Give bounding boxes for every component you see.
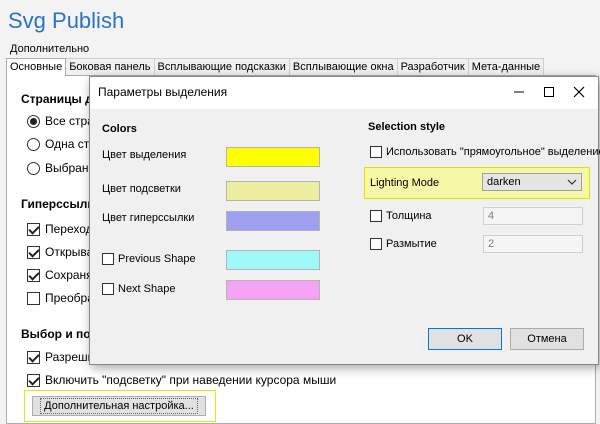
hyperlink-color-swatch[interactable] <box>226 211 320 231</box>
checkbox-label: Толщина <box>386 210 432 222</box>
radio-one-page[interactable]: Одна стр <box>27 137 96 151</box>
highlight-color-label: Цвет подсветки <box>102 183 181 195</box>
dialog-body: Colors Цвет выделения Цвет подсветки Цве… <box>90 109 600 364</box>
thickness-field[interactable]: 4 <box>483 207 583 225</box>
advanced-settings-label: Дополнительная настройка... <box>40 398 198 414</box>
maximize-icon <box>544 87 554 97</box>
ok-button[interactable]: OK <box>428 328 502 350</box>
checkbox[interactable] <box>370 146 382 158</box>
chevron-down-icon <box>567 179 577 185</box>
checkbox[interactable] <box>27 291 40 305</box>
radio-button[interactable] <box>27 137 40 151</box>
tab-tooltips[interactable]: Всплывающие подсказки <box>153 58 290 76</box>
selection-settings-dialog: Параметры выделения Colors Цвет выделени… <box>89 76 600 365</box>
tab-main[interactable]: Основные <box>6 58 67 76</box>
close-icon <box>573 86 585 98</box>
checkbox[interactable] <box>27 350 40 364</box>
checkbox-label: Использовать "прямоугольное" выделение <box>386 146 600 158</box>
checkbox-label: Размытие <box>386 238 437 250</box>
pages-section-heading: Страницы д <box>21 92 93 106</box>
settings-tabs: Основные Боковая панель Всплывающие подс… <box>6 58 545 76</box>
checkbox[interactable] <box>27 222 40 236</box>
checkbox[interactable] <box>27 245 40 259</box>
thickness-option[interactable]: Толщина <box>370 210 432 222</box>
checkbox[interactable] <box>27 373 40 387</box>
checkbox[interactable] <box>370 210 382 222</box>
cancel-button[interactable]: Отмена <box>510 328 584 350</box>
advanced-settings-button[interactable]: Дополнительная настройка... <box>32 396 206 416</box>
radio-button[interactable] <box>27 161 40 175</box>
maximize-button[interactable] <box>534 81 564 103</box>
previous-shape-swatch[interactable] <box>226 250 320 270</box>
radio-button[interactable] <box>27 114 40 128</box>
select-section-heading: Выбор и под <box>21 327 99 341</box>
lighting-mode-value: darken <box>487 176 521 188</box>
tab-developer[interactable]: Разработчик <box>396 58 469 76</box>
lighting-mode-select[interactable]: darken <box>482 173 582 191</box>
dialog-title: Параметры выделения <box>98 85 228 99</box>
tab-more[interactable]: Дополнительно <box>10 43 89 55</box>
highlight-on-hover-option[interactable]: Включить "подсветку" при наведении курсо… <box>27 373 336 387</box>
selection-color-swatch[interactable] <box>226 147 320 167</box>
close-button[interactable] <box>564 81 594 103</box>
highlight-color-swatch[interactable] <box>226 181 320 201</box>
checkbox-label: Previous Shape <box>118 253 196 265</box>
select-option-1[interactable]: Разреши <box>27 350 94 364</box>
checkbox-label: Включить "подсветку" при наведении курсо… <box>45 373 337 387</box>
tab-sidebar[interactable]: Боковая панель <box>65 58 155 76</box>
lighting-mode-label: Lighting Mode <box>370 177 440 189</box>
rect-selection-option[interactable]: Использовать "прямоугольное" выделение <box>370 146 600 158</box>
checkbox[interactable] <box>102 253 114 265</box>
minimize-icon <box>514 91 524 93</box>
colors-heading: Colors <box>102 123 137 135</box>
hyperlink-color-label: Цвет гиперссылки <box>102 212 195 224</box>
previous-shape-option[interactable]: Previous Shape <box>102 253 196 265</box>
blur-field[interactable]: 2 <box>483 235 583 253</box>
next-shape-swatch[interactable] <box>226 280 320 300</box>
radio-selected-pages[interactable]: Выбранн <box>27 161 95 175</box>
link-option-2[interactable]: Открыват <box>27 245 99 259</box>
blur-option[interactable]: Размытие <box>370 238 437 250</box>
app-title: Svg Publish <box>8 8 125 33</box>
radio-label: Выбранн <box>45 161 96 175</box>
checkbox[interactable] <box>102 283 114 295</box>
tab-metadata[interactable]: Мета-данные <box>467 58 545 76</box>
checkbox[interactable] <box>27 268 40 282</box>
selection-color-label: Цвет выделения <box>102 149 187 161</box>
link-option-3[interactable]: Сохранят <box>27 268 98 282</box>
checkbox-label: Разреши <box>45 350 95 364</box>
minimize-button[interactable] <box>504 81 534 103</box>
tab-popups[interactable]: Всплывающие окна <box>288 58 398 76</box>
selection-style-heading: Selection style <box>368 121 446 133</box>
next-shape-option[interactable]: Next Shape <box>102 283 175 295</box>
checkbox[interactable] <box>370 238 382 250</box>
checkbox-label: Next Shape <box>118 283 176 295</box>
